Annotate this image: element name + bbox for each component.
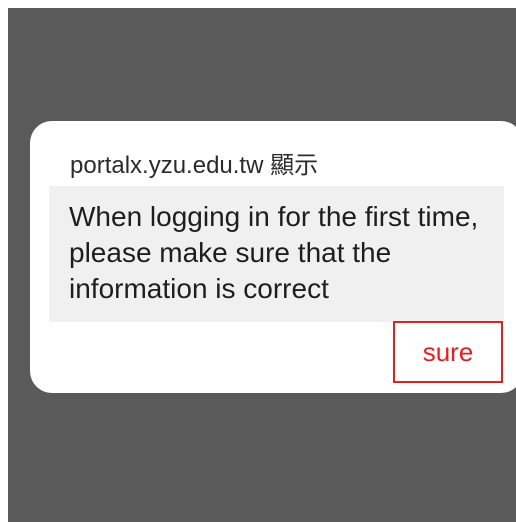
dimmed-overlay: portalx.yzu.edu.tw 顯示 When logging in fo… xyxy=(8,8,516,522)
dialog-message: When logging in for the first time, plea… xyxy=(49,186,504,322)
sure-button[interactable]: sure xyxy=(393,321,503,383)
dialog-title: portalx.yzu.edu.tw 顯示 xyxy=(70,152,319,179)
alert-dialog: portalx.yzu.edu.tw 顯示 When logging in fo… xyxy=(30,121,516,393)
dialog-actions: sure xyxy=(393,321,503,383)
